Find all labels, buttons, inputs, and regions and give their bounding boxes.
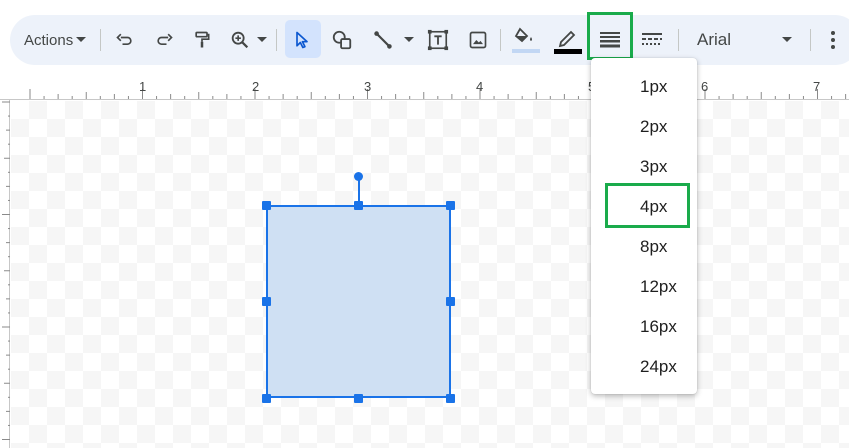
resize-handle-top-left[interactable] (262, 201, 271, 210)
caret-down-icon (257, 37, 267, 42)
undo-button[interactable] (114, 15, 136, 65)
rotation-handle[interactable] (354, 172, 363, 181)
image-button[interactable] (466, 15, 490, 65)
text-box-icon (427, 29, 449, 51)
shape-button[interactable] (330, 15, 354, 65)
toolbar-divider (100, 29, 101, 51)
ruler-label: 4 (476, 79, 484, 94)
border-weight-menu: 1px 2px 3px 4px 8px 12px 16px 24px (591, 58, 697, 394)
resize-handle-right[interactable] (446, 297, 455, 306)
image-icon (469, 31, 487, 49)
resize-handle-bottom-right[interactable] (446, 394, 455, 403)
paint-format-icon (195, 31, 210, 48)
actions-menu-button[interactable]: Actions (24, 15, 87, 65)
line-button[interactable] (370, 15, 416, 65)
zoom-button[interactable] (228, 15, 268, 65)
menu-item-4px[interactable]: 4px (591, 187, 697, 227)
toolbar-divider (500, 29, 501, 51)
caret-down-icon (76, 37, 87, 42)
undo-icon (116, 33, 132, 45)
more-options-button[interactable] (826, 15, 840, 65)
border-weight-icon (600, 32, 620, 48)
redo-icon (157, 33, 173, 45)
font-name: Arial (697, 30, 732, 49)
selected-rectangle-shape[interactable] (266, 205, 451, 398)
toolbar-divider (810, 29, 811, 51)
ruler-label: 1 (139, 79, 147, 94)
vertical-ruler-ticks (2, 101, 10, 440)
vertical-ruler (0, 100, 10, 448)
horizontal-ruler: 1 2 3 4 5 6 7 (0, 74, 849, 100)
resize-handle-bottom[interactable] (354, 394, 363, 403)
text-box-button[interactable] (426, 15, 450, 65)
ruler-label: 6 (701, 79, 709, 94)
line-icon (374, 31, 392, 49)
menu-item-2px[interactable]: 2px (591, 107, 697, 147)
toolbar: Actions Arial (10, 15, 849, 65)
menu-item-1px[interactable]: 1px (591, 67, 697, 107)
actions-label: Actions (24, 31, 74, 49)
border-color-icon (554, 30, 582, 54)
menu-item-12px[interactable]: 12px (591, 267, 697, 307)
toolbar-divider (678, 29, 679, 51)
border-color-button[interactable] (554, 15, 582, 65)
menu-item-8px[interactable]: 8px (591, 227, 697, 267)
menu-item-16px[interactable]: 16px (591, 307, 697, 347)
redo-button[interactable] (153, 15, 175, 65)
caret-down-icon (782, 37, 792, 42)
zoom-icon (231, 31, 249, 49)
fill-color-button[interactable] (512, 15, 540, 65)
menu-item-24px[interactable]: 24px (591, 347, 697, 387)
resize-handle-bottom-left[interactable] (262, 394, 271, 403)
select-icon (296, 31, 308, 49)
ruler-label: 3 (364, 79, 372, 94)
resize-handle-top[interactable] (354, 201, 363, 210)
resize-handle-left[interactable] (262, 297, 271, 306)
ruler-label: 7 (813, 79, 821, 94)
caret-down-icon (404, 37, 414, 42)
fill-color-icon (512, 27, 540, 53)
ruler-ticks (29, 89, 847, 99)
toolbar-divider (276, 29, 277, 51)
menu-item-3px[interactable]: 3px (591, 147, 697, 187)
shape-icon (332, 30, 352, 50)
border-dash-icon (642, 33, 662, 45)
font-family-select[interactable]: Arial (697, 15, 792, 65)
ruler-label: 2 (252, 79, 260, 94)
select-button[interactable] (290, 15, 314, 65)
paint-format-button[interactable] (191, 15, 213, 65)
more-icon (831, 31, 835, 49)
resize-handle-top-right[interactable] (446, 201, 455, 210)
